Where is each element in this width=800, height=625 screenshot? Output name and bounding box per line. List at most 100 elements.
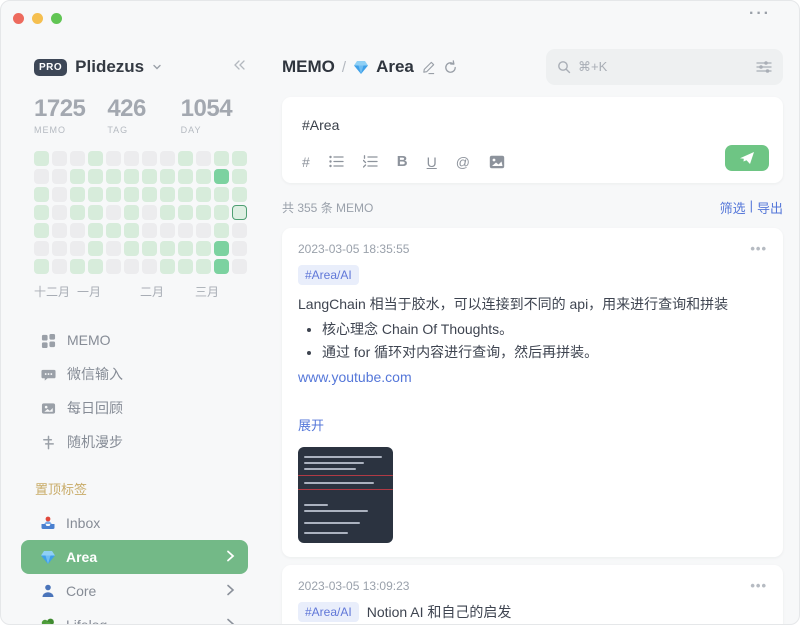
heatmap-cell[interactable] [232,259,247,274]
heatmap-cell[interactable] [196,151,211,166]
more-options-icon[interactable]: ••• [750,241,767,256]
filter-link[interactable]: 筛选 [720,198,746,217]
profile-row[interactable]: PRO Plidezus [34,57,246,77]
window-more-icon[interactable]: ··· [749,5,771,23]
heatmap-cell[interactable] [178,205,193,220]
heatmap-cell[interactable] [34,259,49,274]
heatmap-cell[interactable] [178,241,193,256]
heatmap-cell[interactable] [88,187,103,202]
heatmap-cell[interactable] [178,187,193,202]
filter-sliders-icon[interactable] [756,60,772,74]
export-link[interactable]: 导出 [757,198,783,217]
heatmap-cell[interactable] [34,241,49,256]
sidebar-item-inbox[interactable]: Inbox [21,506,248,540]
heatmap-cell[interactable] [88,259,103,274]
heatmap-cell[interactable] [52,259,67,274]
heatmap-cell[interactable] [124,223,139,238]
heatmap-cell[interactable] [52,205,67,220]
heatmap-cell[interactable] [214,169,229,184]
heatmap-cell[interactable] [124,169,139,184]
heatmap-cell[interactable] [88,241,103,256]
heatmap-cell[interactable] [142,259,157,274]
heatmap-cell[interactable] [106,187,121,202]
heatmap-cell[interactable] [88,151,103,166]
expand-link[interactable]: 展开 [298,415,767,434]
zoom-window-button[interactable] [51,13,62,24]
sidebar-item-wechat-input[interactable]: 微信输入 [34,357,271,391]
heatmap-cell[interactable] [52,223,67,238]
heatmap-cell[interactable] [178,151,193,166]
heatmap-cell[interactable] [52,151,67,166]
sidebar-item-memo[interactable]: MEMO [34,323,271,357]
heatmap-cell[interactable] [160,223,175,238]
heatmap-cell[interactable] [34,151,49,166]
heatmap-cell[interactable] [160,169,175,184]
bullet-list-button[interactable] [329,155,344,168]
memo-link[interactable]: www.youtube.com [298,369,767,385]
sidebar-item-core[interactable]: Core [21,574,248,608]
heatmap-cell[interactable] [196,169,211,184]
heatmap-cell[interactable] [178,259,193,274]
heatmap-cell[interactable] [160,259,175,274]
heatmap-cell[interactable] [124,187,139,202]
chevron-down-icon[interactable] [152,62,162,72]
heatmap-cell[interactable] [232,223,247,238]
heatmap-cell[interactable] [214,241,229,256]
heatmap-cell[interactable] [214,223,229,238]
heatmap-cell[interactable] [196,259,211,274]
heatmap-cell[interactable] [232,169,247,184]
heatmap-cell[interactable] [142,223,157,238]
heatmap-cell[interactable] [70,151,85,166]
heatmap-cell[interactable] [196,187,211,202]
composer-text[interactable]: #Area [302,117,763,133]
heatmap-cell[interactable] [214,205,229,220]
memo-tag[interactable]: #Area/AI [298,265,359,285]
mention-button[interactable]: @ [456,154,470,170]
heatmap-cell[interactable] [70,187,85,202]
ordered-list-button[interactable] [363,155,378,168]
heatmap-cell[interactable] [214,259,229,274]
heatmap-cell[interactable] [34,187,49,202]
heatmap-cell[interactable] [124,241,139,256]
refresh-icon[interactable] [443,60,458,75]
hashtag-button[interactable]: # [302,154,310,170]
sidebar-item-area[interactable]: Area [21,540,248,574]
send-button[interactable] [725,145,769,171]
heatmap-cell[interactable] [106,241,121,256]
heatmap-cell[interactable] [88,223,103,238]
heatmap-cell[interactable] [214,151,229,166]
more-options-icon[interactable]: ••• [750,578,767,593]
chevron-right-icon[interactable] [226,583,235,599]
sidebar-item-random-walk[interactable]: 随机漫步 [34,425,271,459]
heatmap-cell[interactable] [160,187,175,202]
heatmap-cell[interactable] [178,169,193,184]
memo-image-thumbnail[interactable] [298,447,393,543]
heatmap-cell[interactable] [160,205,175,220]
heatmap-cell[interactable] [214,187,229,202]
heatmap-cell[interactable] [88,169,103,184]
heatmap-cell[interactable] [52,187,67,202]
heatmap-cell[interactable] [34,223,49,238]
sidebar-item-lifelog[interactable]: Lifelog [21,608,248,625]
breadcrumb-root[interactable]: MEMO [282,57,335,77]
heatmap-cell[interactable] [124,151,139,166]
heatmap-cell[interactable] [70,259,85,274]
bold-button[interactable]: B [397,153,408,170]
heatmap-cell[interactable] [196,241,211,256]
heatmap-cell[interactable] [52,169,67,184]
heatmap-cell[interactable] [142,169,157,184]
edit-pencil-icon[interactable] [421,60,436,75]
heatmap-cell[interactable] [106,223,121,238]
memo-tag[interactable]: #Area/AI [298,602,359,622]
heatmap-cell[interactable] [142,241,157,256]
heatmap-cell[interactable] [106,205,121,220]
chevron-right-icon[interactable] [226,617,235,625]
heatmap-cell[interactable] [142,205,157,220]
heatmap-cell[interactable] [70,205,85,220]
sidebar-item-daily-review[interactable]: 每日回顾 [34,391,271,425]
chevron-right-icon[interactable] [226,549,235,565]
heatmap-cell[interactable] [88,205,103,220]
heatmap-cell[interactable] [232,205,247,220]
heatmap-cell[interactable] [160,151,175,166]
underline-button[interactable]: U [427,154,437,170]
